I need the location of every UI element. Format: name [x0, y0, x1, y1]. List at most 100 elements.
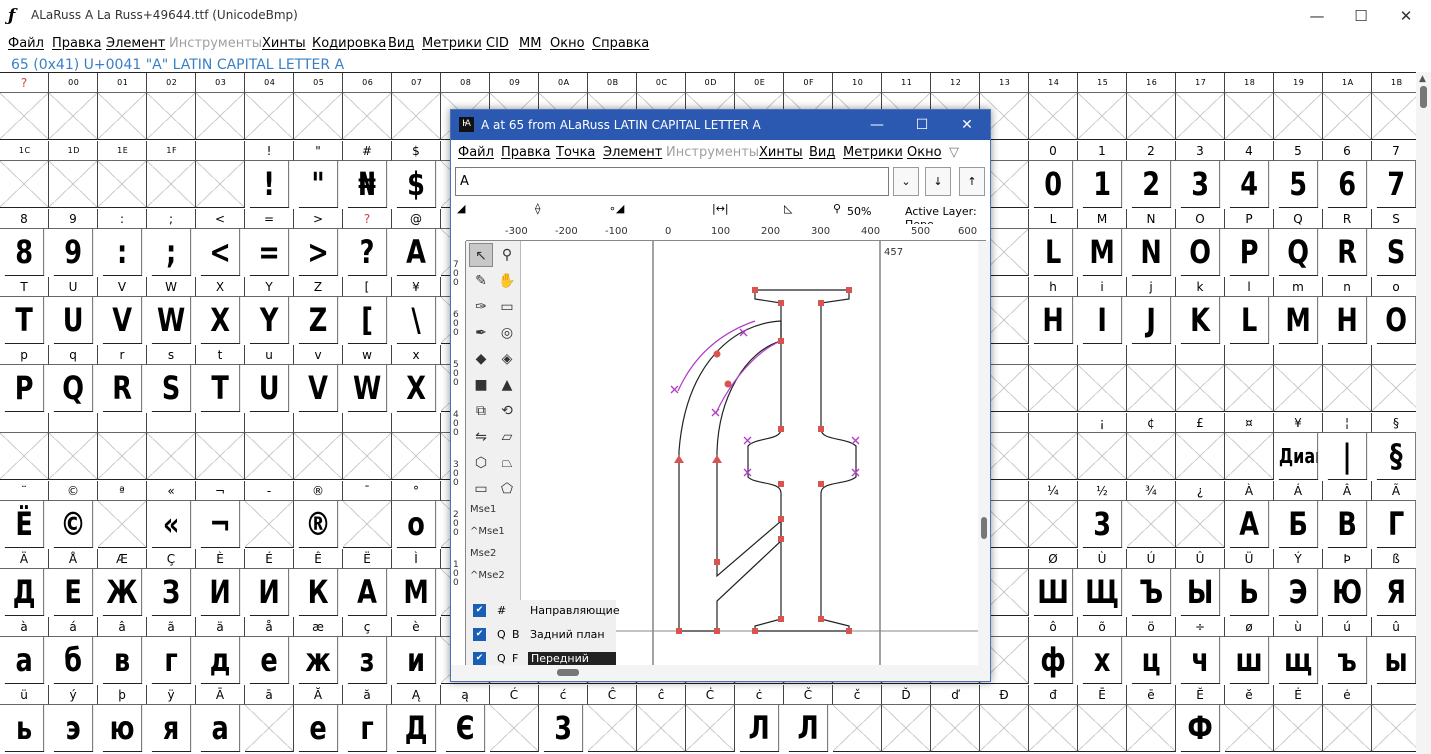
glyph-cell[interactable]: 3: [1180, 161, 1221, 208]
empty-glyph-cell[interactable]: [1225, 93, 1274, 140]
glyph-cell-label[interactable]: 0 6: [343, 73, 392, 93]
empty-glyph-cell[interactable]: [1127, 501, 1176, 548]
glyph-cell[interactable]: V: [102, 297, 143, 344]
glyph-cell[interactable]: И: [200, 569, 241, 616]
glyph-cell-label[interactable]: ý: [49, 685, 98, 705]
empty-glyph-cell[interactable]: [1078, 705, 1127, 752]
glyph-cell-label[interactable]: 1 F: [147, 141, 196, 161]
glyph-cell-label[interactable]: 0 0: [49, 73, 98, 93]
gw-menu-hints[interactable]: Хинты: [759, 145, 803, 160]
glyph-cell[interactable]: Е: [53, 569, 94, 616]
gw-menu-file[interactable]: Файл: [458, 145, 494, 160]
glyph-cell[interactable]: д: [200, 637, 241, 684]
glyph-cell[interactable]: Б: [1278, 501, 1319, 548]
glyph-cell-label[interactable]: [1176, 345, 1225, 365]
glyph-cell-label[interactable]: [0, 413, 49, 433]
empty-glyph-cell[interactable]: [98, 93, 147, 140]
glyph-cell-label[interactable]: [392, 413, 441, 433]
empty-glyph-cell[interactable]: [1176, 433, 1225, 480]
glyph-cell-label[interactable]: 6: [1323, 141, 1372, 161]
glyph-cell[interactable]: Ю: [1327, 569, 1368, 616]
glyph-cell-label[interactable]: «: [147, 481, 196, 501]
layer-background[interactable]: ✔ Q B Задний план: [466, 624, 616, 646]
ruler-tool-icon[interactable]: ▭: [495, 295, 519, 319]
glyph-cell-label[interactable]: j: [1127, 277, 1176, 297]
glyph-cell[interactable]: ш: [1229, 637, 1270, 684]
glyph-cell[interactable]: [: [347, 297, 388, 344]
glyph-cell-label[interactable]: s: [147, 345, 196, 365]
skew-tool-icon[interactable]: ▱: [495, 425, 519, 449]
glyph-cell[interactable]: я: [151, 705, 192, 752]
glyph-cell-label[interactable]: i: [1078, 277, 1127, 297]
glyph-cell-label[interactable]: Ć: [490, 685, 539, 705]
perspective-tool-icon[interactable]: ⏢: [495, 451, 519, 475]
glyph-cell-label[interactable]: 0 E: [735, 73, 784, 93]
glyph-cell-label[interactable]: Ë: [343, 549, 392, 569]
menu-element[interactable]: Элемент: [106, 36, 165, 51]
empty-glyph-cell[interactable]: [1127, 93, 1176, 140]
empty-glyph-cell[interactable]: [147, 433, 196, 480]
glyph-cell[interactable]: $: [396, 161, 437, 208]
corner-point-tool-icon[interactable]: ■: [469, 373, 493, 397]
glyph-cell-label[interactable]: ¢: [1127, 413, 1176, 433]
glyph-cell-label[interactable]: [196, 413, 245, 433]
glyph-cell-label[interactable]: [245, 413, 294, 433]
spiro-tool-icon[interactable]: ◎: [495, 321, 519, 345]
glyph-cell[interactable]: I: [1082, 297, 1123, 344]
glyph-cell[interactable]: К: [298, 569, 339, 616]
glyph-cell-label[interactable]: °: [392, 481, 441, 501]
glyph-cell[interactable]: е: [249, 637, 290, 684]
glyph-cell-label[interactable]: ®: [294, 481, 343, 501]
glyph-cell[interactable]: 3: [1082, 501, 1123, 548]
glyph-cell-label[interactable]: v: [294, 345, 343, 365]
glyph-cell-label[interactable]: ċ: [735, 685, 784, 705]
menu-encoding[interactable]: Кодировка: [312, 36, 386, 51]
glyph-cell-label[interactable]: â: [98, 617, 147, 637]
previous-glyph-button[interactable]: ↓: [925, 167, 951, 196]
glyph-cell-label[interactable]: Ĉ: [588, 685, 637, 705]
glyph-cell-label[interactable]: Ê: [294, 549, 343, 569]
glyph-cell-label[interactable]: Ì: [392, 549, 441, 569]
glyph-cell[interactable]: O: [1180, 229, 1221, 276]
glyph-cell[interactable]: S: [1376, 229, 1416, 276]
glyph-cell[interactable]: \: [396, 297, 437, 344]
menu-edit[interactable]: Правка: [52, 36, 101, 51]
menu-cid[interactable]: CID: [486, 36, 509, 51]
glyph-cell-label[interactable]: Á: [1274, 481, 1323, 501]
empty-glyph-cell[interactable]: [343, 93, 392, 140]
glyph-cell[interactable]: :: [102, 229, 143, 276]
glyph-cell-label[interactable]: Þ: [1323, 549, 1372, 569]
glyph-cell-label[interactable]: 0 5: [294, 73, 343, 93]
polygon-tool-icon[interactable]: ⬠: [495, 477, 519, 501]
glyph-cell[interactable]: P: [1229, 229, 1270, 276]
glyph-cell[interactable]: L: [1033, 229, 1074, 276]
glyph-cell-label[interactable]: ÷: [1176, 617, 1225, 637]
empty-glyph-cell[interactable]: [1323, 93, 1372, 140]
glyph-cell-label[interactable]: o: [1372, 277, 1416, 297]
glyph-cell-label[interactable]: 1 D: [49, 141, 98, 161]
pencil-tool-icon[interactable]: ✎: [469, 269, 493, 293]
menu-file[interactable]: Файл: [8, 36, 44, 51]
glyph-cell-label[interactable]: T: [0, 277, 49, 297]
glyph-cell[interactable]: T: [4, 297, 45, 344]
glyph-cell-label[interactable]: á: [49, 617, 98, 637]
glyph-cell[interactable]: Я: [1376, 569, 1416, 616]
3d-rotate-tool-icon[interactable]: ⬡: [469, 451, 493, 475]
empty-glyph-cell[interactable]: [882, 705, 931, 752]
glyph-cell[interactable]: |: [1327, 433, 1368, 480]
glyph-cell-label[interactable]: Ė: [1274, 685, 1323, 705]
glyph-cell[interactable]: Q: [53, 365, 94, 412]
maximize-button[interactable]: ☐: [1338, 4, 1384, 28]
glyph-cell[interactable]: T: [200, 365, 241, 412]
tangent-point-tool-icon[interactable]: ▲: [495, 373, 519, 397]
empty-glyph-cell[interactable]: [294, 433, 343, 480]
glyph-cell[interactable]: х: [1082, 637, 1123, 684]
glyph-cell-label[interactable]: R: [1323, 209, 1372, 229]
glyph-cell-label[interactable]: 0 D: [686, 73, 735, 93]
glyph-cell[interactable]: ы: [1376, 637, 1416, 684]
glyph-cell-label[interactable]: ¨: [0, 481, 49, 501]
empty-glyph-cell[interactable]: [1176, 93, 1225, 140]
glyph-cell-label[interactable]: L: [1029, 209, 1078, 229]
glyph-cell-label[interactable]: 1 1: [882, 73, 931, 93]
glyph-cell-label[interactable]: Ú: [1127, 549, 1176, 569]
